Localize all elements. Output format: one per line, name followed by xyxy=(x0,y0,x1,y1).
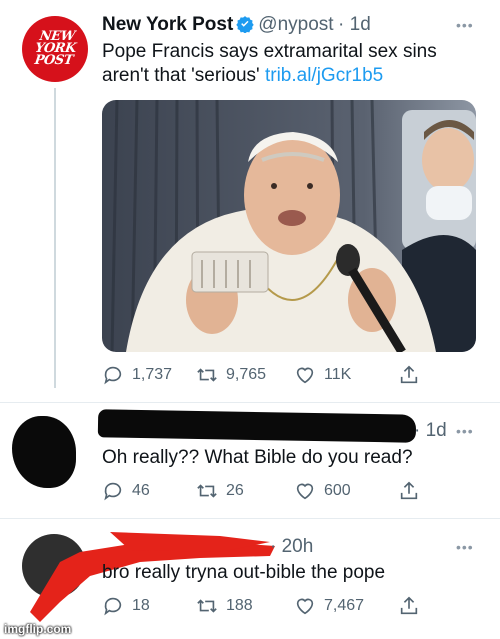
reply-count: 46 xyxy=(132,482,150,499)
more-options-icon[interactable]: ••• xyxy=(456,539,474,555)
reply-icon xyxy=(104,482,122,501)
thread-line xyxy=(54,88,56,388)
reply-time[interactable]: · 1d xyxy=(414,420,447,442)
tweet-photo[interactable] xyxy=(102,100,476,352)
more-options-icon[interactable]: ••• xyxy=(456,423,474,439)
censored-username xyxy=(97,409,417,443)
share-button[interactable] xyxy=(398,595,428,617)
nypost-avatar[interactable]: NEW YORK POST xyxy=(22,16,88,82)
share-icon xyxy=(400,596,418,615)
reply-time[interactable]: · 20h xyxy=(270,536,313,558)
share-icon xyxy=(400,365,418,384)
reply-count: 18 xyxy=(132,597,150,614)
like-count: 7,467 xyxy=(324,597,365,614)
more-options-icon[interactable]: ••• xyxy=(456,17,474,33)
pope-photo-illustration xyxy=(102,100,476,352)
divider xyxy=(0,402,500,403)
retweet-button[interactable]: 26 xyxy=(196,480,294,502)
retweet-count: 188 xyxy=(226,597,253,614)
reply-actions: 18 188 7,467 xyxy=(102,595,432,617)
retweet-count: 26 xyxy=(226,482,244,499)
reply-count: 1,737 xyxy=(132,366,173,383)
divider xyxy=(0,518,500,519)
tweet-actions: 1,737 9,765 11K xyxy=(102,364,432,386)
retweet-button[interactable]: 9,765 xyxy=(196,364,294,386)
like-button[interactable]: 11K xyxy=(294,364,398,386)
heart-icon xyxy=(296,367,314,384)
retweet-icon xyxy=(197,599,217,613)
reply-button[interactable]: 18 xyxy=(102,595,196,617)
reply-text: Oh really?? What Bible do you read? xyxy=(102,447,413,468)
tweet-text: Pope Francis says extramarital sex sins … xyxy=(102,41,437,86)
watermark: imgflip.com xyxy=(4,622,72,636)
like-button[interactable]: 7,467 xyxy=(294,595,398,617)
reply-icon xyxy=(104,597,122,616)
censored-avatar xyxy=(12,416,76,488)
reply-text: bro really tryna out-bible the pope xyxy=(102,562,386,583)
author-handle[interactable]: @nypost xyxy=(258,14,333,35)
like-button[interactable]: 600 xyxy=(294,480,398,502)
author-name[interactable]: New York Post xyxy=(102,14,233,35)
retweet-icon xyxy=(197,368,217,382)
reply-actions: 46 26 600 xyxy=(102,480,432,502)
like-count: 600 xyxy=(324,482,351,499)
share-button[interactable] xyxy=(398,364,428,386)
retweet-icon xyxy=(197,484,217,498)
share-button[interactable] xyxy=(398,480,428,502)
reply-button[interactable]: 46 xyxy=(102,480,196,502)
like-count: 11K xyxy=(324,366,352,383)
tweet-link[interactable]: trib.al/jGcr1b5 xyxy=(265,65,383,86)
reply-button[interactable]: 1,737 xyxy=(102,364,196,386)
retweet-count: 9,765 xyxy=(226,366,267,383)
retweet-button[interactable]: 188 xyxy=(196,595,294,617)
heart-icon xyxy=(296,483,314,500)
share-icon xyxy=(400,481,418,500)
reply-icon xyxy=(104,366,122,385)
heart-icon xyxy=(296,598,314,615)
nypost-logo: NEW YORK POST xyxy=(33,29,77,68)
tweet-time[interactable]: · 1d xyxy=(338,14,371,35)
verified-badge-icon xyxy=(236,15,254,34)
tweet-header: New York Post @nypost · 1d xyxy=(102,14,472,36)
